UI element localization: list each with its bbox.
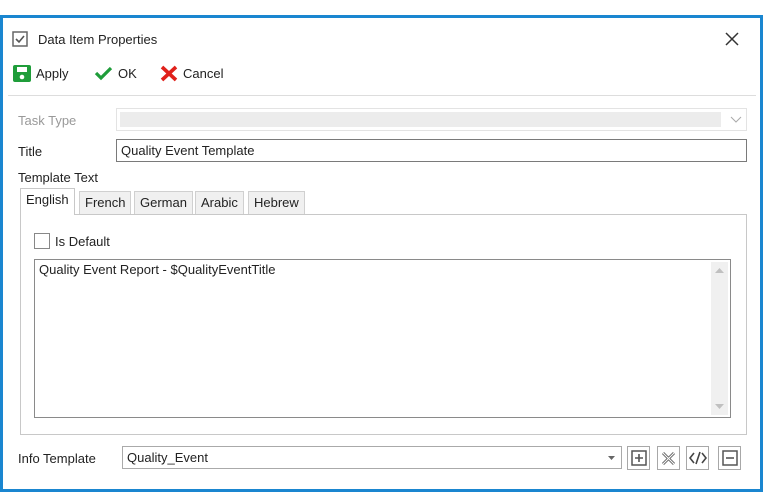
task-type-select (116, 108, 747, 131)
cancel-label: Cancel (183, 66, 224, 81)
remove-button[interactable] (718, 446, 741, 470)
template-text-label: Template Text (18, 170, 98, 185)
tab-hebrew[interactable]: Hebrew (248, 191, 305, 214)
code-button[interactable] (686, 446, 709, 470)
tab-english[interactable]: English (20, 188, 75, 215)
checkbox-window-icon (12, 31, 28, 47)
save-icon (13, 65, 31, 82)
title-input[interactable]: Quality Event Template (116, 139, 747, 162)
scrollbar[interactable] (711, 262, 728, 415)
x-icon (160, 65, 178, 82)
minus-box-icon (721, 450, 738, 466)
info-template-value: Quality_Event (127, 450, 208, 465)
check-icon (94, 66, 113, 81)
cancel-button[interactable]: Cancel (160, 65, 223, 82)
info-template-label: Info Template (18, 451, 96, 466)
scroll-down-icon[interactable] (715, 404, 724, 410)
tools-icon (661, 451, 676, 465)
is-default-checkbox[interactable] (34, 233, 50, 249)
apply-button[interactable]: Apply (13, 65, 69, 82)
window-title: Data Item Properties (38, 32, 158, 47)
template-body-text: Quality Event Report - $QualityEventTitl… (39, 262, 276, 277)
edit-button[interactable] (657, 446, 680, 470)
tab-german[interactable]: German (134, 191, 193, 214)
add-button[interactable] (627, 446, 650, 470)
title-label: Title (18, 144, 43, 159)
scroll-up-icon[interactable] (715, 267, 724, 273)
template-textarea[interactable]: Quality Event Report - $QualityEventTitl… (34, 259, 731, 418)
plus-box-icon (630, 450, 647, 466)
close-icon[interactable] (725, 32, 739, 46)
apply-label: Apply (36, 66, 69, 81)
is-default-label: Is Default (55, 234, 110, 249)
code-icon (688, 451, 707, 465)
tab-arabic[interactable]: Arabic (195, 191, 244, 214)
toolbar-divider (8, 95, 756, 96)
ok-button[interactable]: OK (94, 65, 137, 81)
info-template-select[interactable]: Quality_Event (122, 446, 622, 469)
tab-french[interactable]: French (79, 191, 132, 214)
task-type-label: Task Type (18, 113, 77, 128)
chevron-down-icon (730, 116, 742, 123)
ok-label: OK (118, 65, 137, 81)
task-type-value (120, 112, 721, 127)
dropdown-arrow-icon (608, 456, 615, 460)
